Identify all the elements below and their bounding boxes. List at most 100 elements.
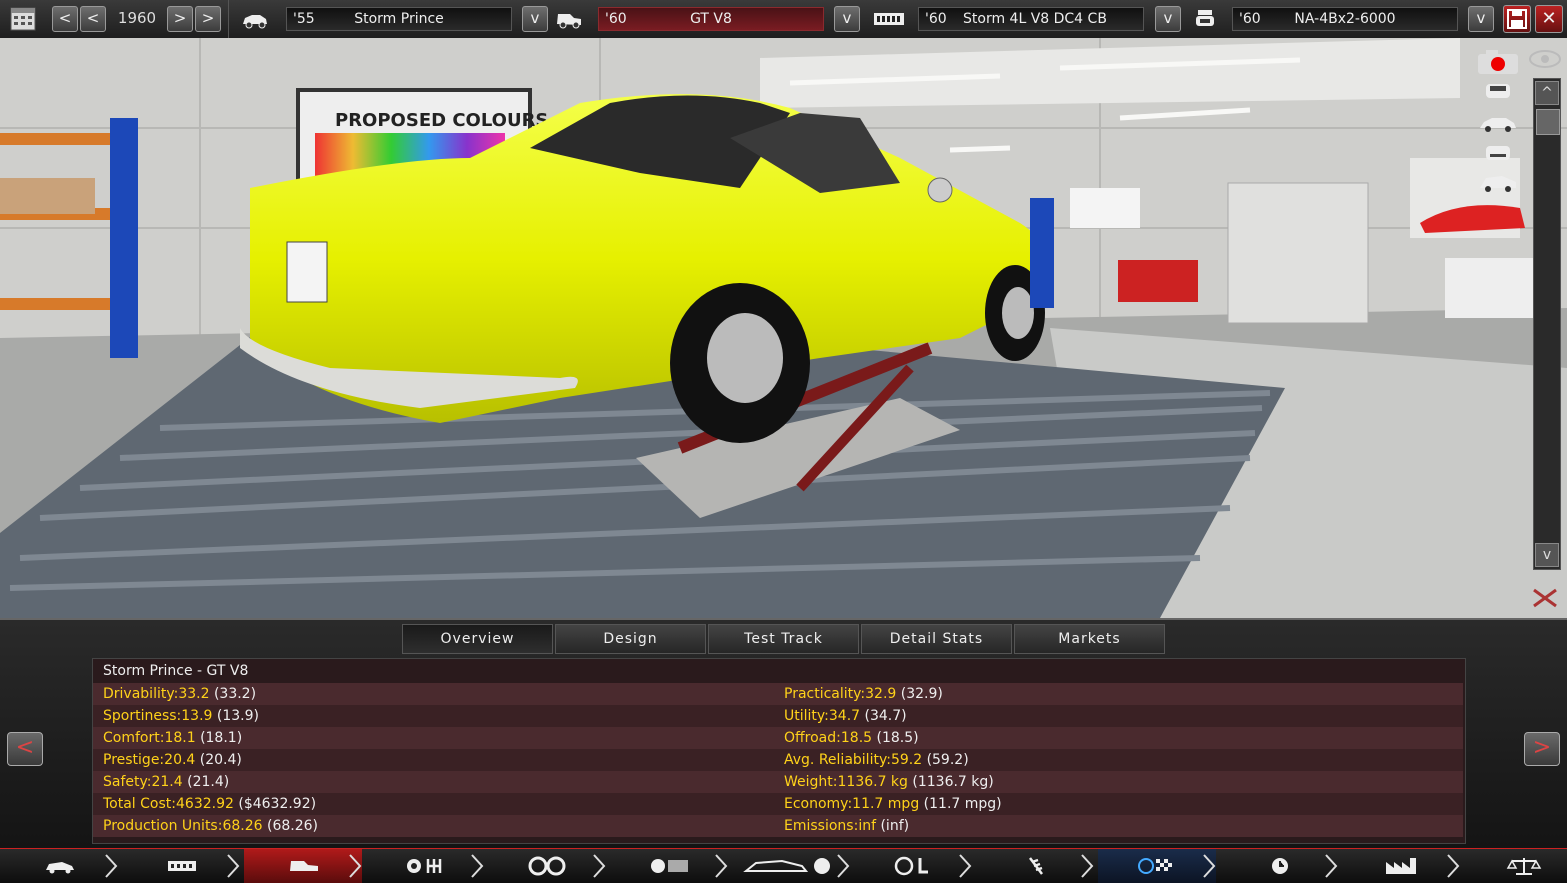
stat-weight: Weight:1136.7 kg (1136.7 kg) — [784, 774, 994, 790]
model-selector[interactable]: '55 Storm Prince — [286, 7, 512, 31]
nav-drivetrain[interactable] — [366, 849, 484, 883]
year-next-fast-button[interactable]: > — [195, 6, 221, 32]
design-stage-nav — [0, 848, 1567, 883]
stat-drivability: Drivability:33.2 (33.2) — [103, 686, 257, 702]
next-label: > — [201, 9, 215, 27]
tab-label: Markets — [1058, 631, 1121, 647]
stat-row: Total Cost:4632.92 ($4632.92) Economy:11… — [93, 793, 1463, 815]
trim-name: GT V8 — [690, 11, 732, 27]
close-icon[interactable]: ✕ — [1535, 5, 1563, 33]
view-side-icon[interactable] — [1476, 112, 1520, 134]
tab-label: Overview — [440, 631, 515, 647]
body-icon — [284, 856, 324, 876]
tab-label: Test Track — [744, 631, 823, 647]
chevron-right-icon — [1080, 853, 1094, 879]
stat-row: Production Units:68.26 (68.26) Emissions… — [93, 815, 1463, 837]
view-rear-icon[interactable] — [1480, 142, 1516, 164]
scroll-down-button[interactable]: v — [1535, 543, 1559, 567]
nav-interior[interactable] — [854, 849, 972, 883]
next-page-button[interactable]: > — [1524, 732, 1560, 766]
nav-factory[interactable] — [1342, 849, 1460, 883]
nav-chassis[interactable] — [122, 849, 240, 883]
trim-dropdown-button[interactable]: v — [834, 6, 860, 32]
tab-markets[interactable]: Markets — [1014, 624, 1165, 654]
stat-safety: Safety:21.4 (21.4) — [103, 774, 230, 790]
nav-wheels[interactable] — [488, 849, 606, 883]
engine-dropdown-button[interactable]: v — [1155, 6, 1181, 32]
eye-icon[interactable] — [1528, 48, 1562, 70]
engine-variant-selector[interactable]: '60 NA-4Bx2-6000 — [1232, 7, 1458, 31]
calendar-icon[interactable] — [8, 6, 38, 32]
tab-test-track[interactable]: Test Track — [708, 624, 859, 654]
chevron-right-icon — [1324, 853, 1338, 879]
view-front-icon[interactable] — [1480, 80, 1516, 102]
tab-detail-stats[interactable]: Detail Stats — [861, 624, 1012, 654]
save-icon[interactable] — [1503, 5, 1531, 33]
prev-page-button[interactable]: < — [7, 732, 43, 766]
aero-icon — [742, 856, 832, 876]
chassis-icon — [162, 856, 202, 876]
stat-comfort: Comfort:18.1 (18.1) — [103, 730, 243, 746]
stats-overview: Storm Prince - GT V8 Drivability:33.2 (3… — [92, 658, 1466, 844]
nav-aero[interactable] — [732, 849, 850, 883]
reset-view-icon[interactable] — [1528, 584, 1562, 612]
nav-brakes-body[interactable] — [610, 849, 728, 883]
next-label: > — [173, 9, 187, 27]
engine-name: Storm 4L V8 DC4 CB — [963, 11, 1107, 27]
chevron-right-icon — [836, 853, 850, 879]
nav-suspension[interactable] — [976, 849, 1094, 883]
nav-markets[interactable] — [1464, 849, 1564, 883]
model-car-icon — [240, 6, 270, 32]
camera-scrollbar[interactable]: ^ v — [1533, 78, 1561, 570]
car-icon — [40, 856, 80, 876]
brakes-body-icon — [650, 856, 690, 876]
nav-engineering[interactable] — [1220, 849, 1338, 883]
stat-offroad: Offroad:18.5 (18.5) — [784, 730, 919, 746]
engineering-time-icon — [1260, 856, 1300, 876]
scroll-up-button[interactable]: ^ — [1535, 81, 1559, 105]
nav-test-track[interactable] — [1098, 849, 1216, 883]
tab-overview[interactable]: Overview — [402, 624, 553, 654]
prev-label: < — [58, 9, 72, 27]
suspension-icon — [1016, 856, 1056, 876]
dropdown-label: v — [1163, 9, 1173, 27]
year-prev-fast-button[interactable]: < — [52, 6, 78, 32]
scroll-thumb[interactable] — [1536, 109, 1560, 135]
view-perspective-icon[interactable] — [1476, 170, 1520, 194]
trim-car-icon — [554, 6, 584, 32]
trim-selector[interactable]: '60 GT V8 — [598, 7, 824, 31]
nav-trim-body[interactable] — [244, 849, 362, 883]
car-3d-viewport[interactable]: PROPOSED COLOURS ^ v — [0, 38, 1567, 618]
nav-car-model[interactable] — [0, 849, 118, 883]
model-name: Storm Prince — [354, 11, 444, 27]
chevron-right-icon — [592, 853, 606, 879]
stat-prestige: Prestige:20.4 (20.4) — [103, 752, 242, 768]
year-next-button[interactable]: > — [167, 6, 193, 32]
model-dropdown-button[interactable]: v — [522, 6, 548, 32]
stat-utility: Utility:34.7 (34.7) — [784, 708, 907, 724]
engine-year: '60 — [925, 11, 947, 27]
stat-row: Drivability:33.2 (33.2) Practicality:32.… — [93, 683, 1463, 705]
current-year: 1960 — [117, 9, 157, 27]
stat-row: Safety:21.4 (21.4) Weight:1136.7 kg (113… — [93, 771, 1463, 793]
variant-dropdown-button[interactable]: v — [1468, 6, 1494, 32]
year-prev-button[interactable]: < — [80, 6, 106, 32]
engine-selector[interactable]: '60 Storm 4L V8 DC4 CB — [918, 7, 1144, 31]
chevron-right-icon — [104, 853, 118, 879]
stat-row: Comfort:18.1 (18.1) Offroad:18.5 (18.5) — [93, 727, 1463, 749]
tab-design[interactable]: Design — [555, 624, 706, 654]
stats-title: Storm Prince - GT V8 — [103, 663, 249, 679]
chevron-right-icon — [348, 853, 362, 879]
stat-practicality: Practicality:32.9 (32.9) — [784, 686, 943, 702]
stat-reliability: Avg. Reliability:59.2 (59.2) — [784, 752, 969, 768]
dropdown-label: v — [842, 9, 852, 27]
chevron-right-icon — [1202, 853, 1216, 879]
chevron-right-icon — [1446, 853, 1460, 879]
tab-label: Detail Stats — [889, 631, 984, 647]
camera-record-icon[interactable] — [1476, 48, 1520, 76]
engine-block-icon — [872, 6, 906, 32]
interior-icon — [894, 856, 934, 876]
poster-text: PROPOSED COLOURS — [335, 110, 548, 131]
dropdown-label: v — [1476, 9, 1486, 27]
variant-name: NA-4Bx2-6000 — [1294, 11, 1396, 27]
